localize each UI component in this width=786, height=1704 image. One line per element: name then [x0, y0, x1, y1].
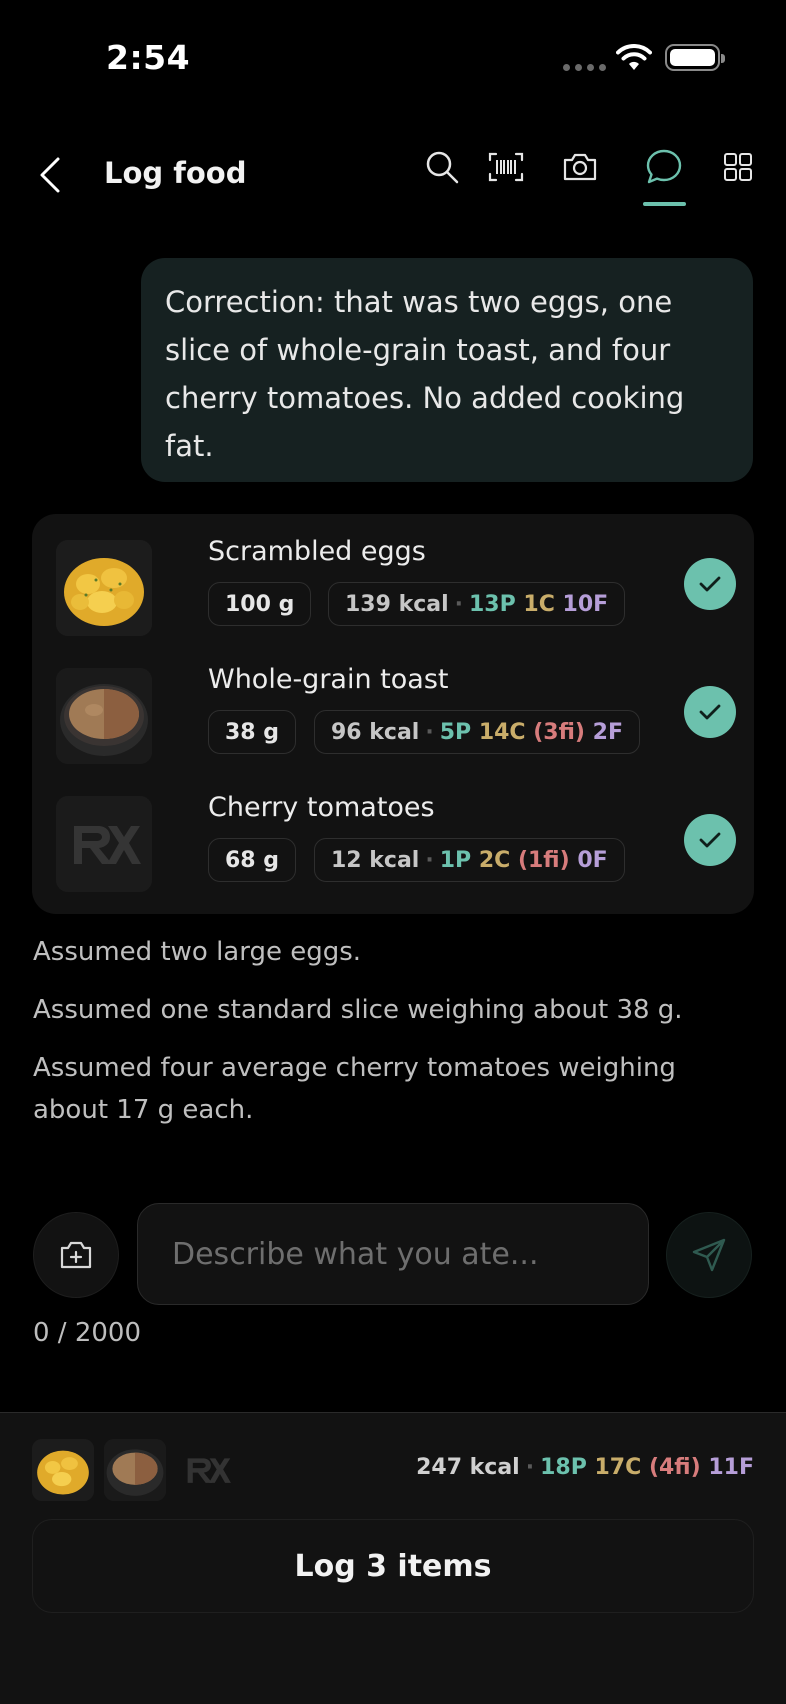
carbs-value: 14C	[478, 719, 526, 745]
weight-pill[interactable]: 68 g	[208, 838, 297, 882]
total-nutrition-summary: 247 kcal · 18P 17C (4fi) 11F	[416, 1455, 754, 1480]
separator-dot: ·	[454, 591, 463, 617]
kcal-value: 12 kcal	[331, 847, 420, 873]
nutrition-pill[interactable]: 12 kcal · 1P 2C (1fi) 0F	[314, 838, 625, 882]
tab-chat[interactable]	[639, 142, 689, 192]
fiber-value: (1fi)	[517, 847, 570, 873]
scrambled-eggs-thumbnail	[56, 540, 152, 636]
send-button[interactable]	[666, 1212, 752, 1298]
nutrition-pill[interactable]: 139 kcal · 13P 1C 10F	[328, 582, 626, 626]
checkmark-icon	[699, 704, 721, 720]
selected-checkbox[interactable]	[684, 814, 736, 866]
food-item-name: Whole-grain toast	[208, 664, 449, 695]
cellular-signal-icon	[563, 64, 606, 71]
camera-icon	[563, 153, 597, 181]
describe-food-input[interactable]	[137, 1203, 649, 1305]
grid-icon	[724, 153, 752, 181]
whole-grain-toast-thumbnail	[56, 668, 152, 764]
weight-pill[interactable]: 100 g	[208, 582, 312, 626]
rx-placeholder-mini-thumbnail	[176, 1439, 238, 1501]
assumption-note: Assumed four average cherry tomatoes wei…	[33, 1053, 676, 1125]
food-item-row[interactable]: Whole-grain toast 38 g 96 kcal · 5P 14C (3…	[56, 664, 736, 764]
whole-grain-toast-mini-thumbnail	[104, 1439, 166, 1501]
active-tab-indicator	[643, 202, 686, 206]
protein-value: 1P	[439, 847, 472, 873]
carbs-value: 1C	[523, 591, 555, 617]
fiber-value: (3fi)	[533, 719, 585, 745]
weight-pill[interactable]: 38 g	[208, 710, 297, 754]
rx-logo-icon	[187, 1458, 231, 1483]
back-chevron-icon	[40, 157, 60, 193]
separator-dot: ·	[425, 719, 434, 745]
food-item-row[interactable]: Scrambled eggs 100 g 139 kcal · 13P 1C 10F	[56, 536, 736, 636]
kcal-value: 139 kcal	[345, 591, 449, 617]
add-photo-button[interactable]	[33, 1212, 119, 1298]
weight-value: 100 g	[225, 591, 295, 617]
wifi-icon	[616, 44, 652, 70]
character-counter: 0 / 2000	[33, 1318, 141, 1348]
page-title: Log food	[104, 156, 247, 190]
fat-value: 10F	[562, 591, 609, 617]
total-fat: 11F	[708, 1455, 754, 1480]
log-summary-bar: 247 kcal · 18P 17C (4fi) 11F Log 3 items	[0, 1412, 786, 1704]
assumption-note: Assumed two large eggs.	[33, 937, 362, 967]
top-nav: Log food	[0, 130, 786, 220]
fat-value: 0F	[577, 847, 608, 873]
send-icon	[692, 1238, 726, 1272]
status-time: 2:54	[106, 38, 191, 77]
total-kcal: 247 kcal	[416, 1455, 520, 1480]
protein-value: 13P	[469, 591, 516, 617]
battery-icon	[665, 44, 725, 71]
search-icon	[426, 151, 459, 184]
food-item-row[interactable]: Cherry tomatoes 68 g 12 kcal · 1P 2C (1fi)…	[56, 792, 736, 892]
chat-bubble-icon	[646, 149, 682, 184]
fat-value: 2F	[592, 719, 623, 745]
weight-value: 38 g	[225, 719, 280, 745]
back-button[interactable]	[30, 150, 70, 200]
checkmark-icon	[699, 576, 721, 592]
total-protein: 18P	[540, 1455, 587, 1480]
user-message-bubble: Correction: that was two eggs, one slice…	[141, 258, 753, 482]
weight-value: 68 g	[225, 847, 280, 873]
grid-view-button[interactable]	[713, 142, 763, 192]
assumption-note: Assumed one standard slice weighing abou…	[33, 995, 683, 1025]
checkmark-icon	[699, 832, 721, 848]
selected-checkbox[interactable]	[684, 558, 736, 610]
status-bar: 2:54	[0, 0, 786, 116]
log-items-button[interactable]: Log 3 items	[32, 1519, 754, 1613]
carbs-value: 2C	[478, 847, 511, 873]
barcode-scan-button[interactable]	[481, 142, 531, 192]
food-results-card: Scrambled eggs 100 g 139 kcal · 13P 1C 10F…	[32, 514, 754, 914]
barcode-icon	[488, 152, 524, 182]
nutrition-pill[interactable]: 96 kcal · 5P 14C (3fi) 2F	[314, 710, 640, 754]
total-fiber: (4fi)	[648, 1455, 701, 1480]
camera-button[interactable]	[555, 142, 605, 192]
camera-plus-icon	[60, 1241, 92, 1269]
scrambled-eggs-mini-thumbnail	[32, 1439, 94, 1501]
food-item-name: Scrambled eggs	[208, 536, 426, 567]
protein-value: 5P	[439, 719, 472, 745]
search-button[interactable]	[417, 142, 467, 192]
total-carbs: 17C	[594, 1455, 642, 1480]
rx-logo-icon	[56, 796, 152, 892]
separator-dot: ·	[425, 847, 434, 873]
separator-dot: ·	[525, 1455, 535, 1480]
food-item-name: Cherry tomatoes	[208, 792, 435, 823]
rx-placeholder-thumbnail	[56, 796, 152, 892]
kcal-value: 96 kcal	[331, 719, 420, 745]
selected-checkbox[interactable]	[684, 686, 736, 738]
